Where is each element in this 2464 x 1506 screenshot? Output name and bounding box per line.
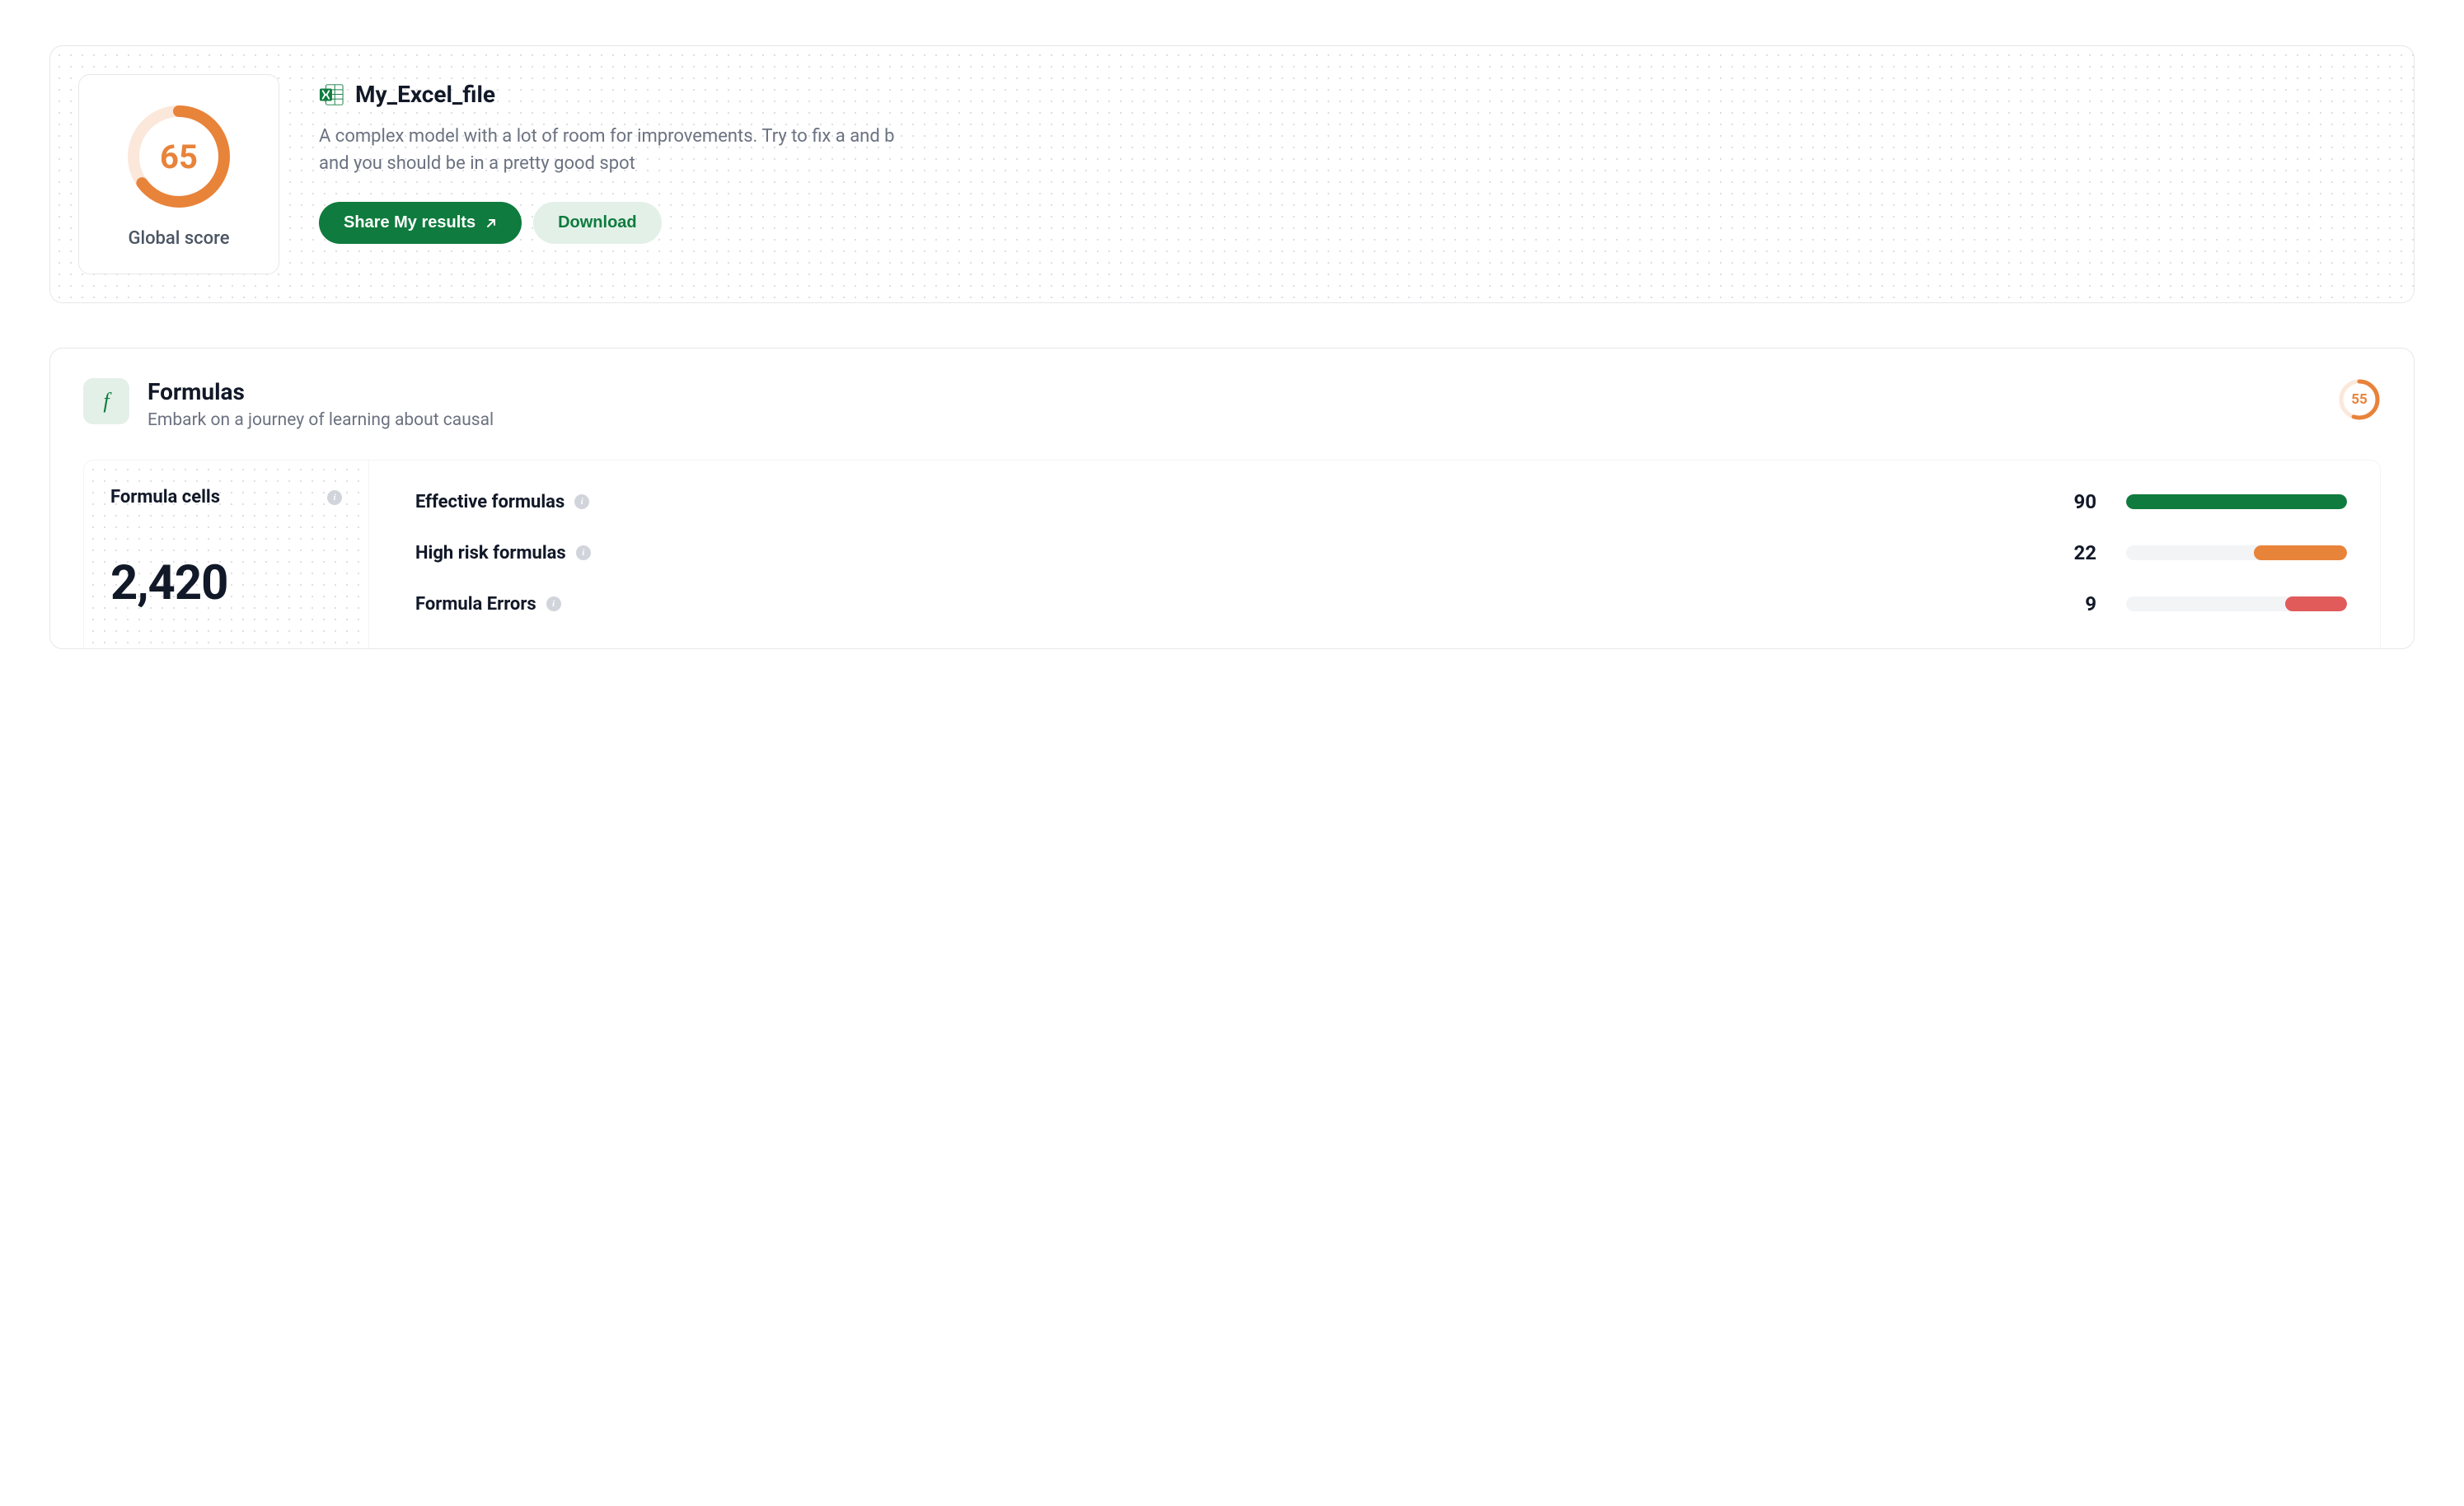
metric-label-text: High risk formulas — [415, 543, 566, 564]
score-box: 65 Global score — [78, 74, 279, 274]
formulas-title-block: Formulas Embark on a journey of learning… — [148, 378, 2320, 430]
formulas-card: f Formulas Embark on a journey of learni… — [49, 348, 2415, 649]
formula-cells-count: 2,420 — [110, 555, 342, 611]
excel-file-icon — [319, 82, 344, 107]
metric-value: 90 — [2055, 490, 2096, 513]
global-score-value: 65 — [160, 138, 198, 176]
metric-label-text: Formula Errors — [415, 594, 536, 615]
info-icon[interactable]: i — [327, 490, 342, 505]
info-icon[interactable]: i — [546, 596, 561, 611]
formula-cells-panel: Formula cells i 2,420 — [84, 461, 369, 648]
metric-fill — [2126, 494, 2347, 509]
global-score-ring: 65 — [125, 103, 232, 210]
info-icon[interactable]: i — [576, 545, 591, 560]
metrics-panel: Effective formulas i 90 High risk formulas i… — [369, 461, 2380, 648]
metric-fill — [2254, 545, 2347, 560]
metric-row: Effective formulas i 90 — [415, 490, 2347, 513]
cells-label-row: Formula cells i — [110, 487, 342, 507]
download-button-label: Download — [558, 213, 637, 232]
metric-label-text: Effective formulas — [415, 492, 564, 512]
file-section: My_Excel_file A complex model with a lot… — [319, 74, 2381, 244]
global-score-label: Global score — [128, 228, 229, 249]
metric-row: Formula Errors i 9 — [415, 592, 2347, 615]
formulas-score-ring: 55 — [2338, 378, 2381, 421]
global-score-card: 65 Global score My_Excel_file A complex … — [49, 45, 2415, 303]
metric-label: Formula Errors i — [415, 594, 621, 615]
formulas-title: Formulas — [148, 378, 2320, 405]
button-row: Share My results Download — [319, 202, 2381, 244]
download-button[interactable]: Download — [533, 202, 662, 244]
metric-value: 22 — [2055, 541, 2096, 564]
metric-bar — [2126, 596, 2347, 611]
metric-fill — [2285, 596, 2347, 611]
formula-cells-label: Formula cells — [110, 487, 220, 507]
metric-bar — [2126, 494, 2347, 509]
share-results-button[interactable]: Share My results — [319, 202, 522, 244]
file-title-row: My_Excel_file — [319, 81, 2381, 108]
share-button-label: Share My results — [344, 213, 475, 232]
metric-value: 9 — [2055, 592, 2096, 615]
metric-label: High risk formulas i — [415, 543, 621, 564]
formula-icon: f — [83, 378, 129, 424]
file-description: A complex model with a lot of room for i… — [319, 123, 896, 177]
formulas-subtitle: Embark on a journey of learning about ca… — [148, 410, 2320, 430]
formulas-body: Formula cells i 2,420 Effective formulas… — [83, 460, 2381, 648]
formulas-header: f Formulas Embark on a journey of learni… — [83, 378, 2381, 430]
formulas-score-value: 55 — [2351, 391, 2368, 408]
metric-bar — [2126, 545, 2347, 560]
arrow-up-right-icon — [485, 217, 497, 229]
metric-label: Effective formulas i — [415, 492, 621, 512]
file-name: My_Excel_file — [355, 81, 495, 108]
info-icon[interactable]: i — [574, 494, 589, 509]
metric-row: High risk formulas i 22 — [415, 541, 2347, 564]
